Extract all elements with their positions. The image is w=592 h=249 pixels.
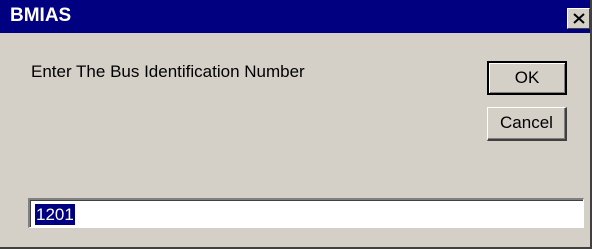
bus-id-input[interactable]: 1201 xyxy=(28,198,584,228)
window-title: BMIAS xyxy=(10,5,72,26)
ok-button[interactable]: OK xyxy=(487,61,567,95)
close-button[interactable] xyxy=(567,8,590,29)
prompt-label: Enter The Bus Identification Number xyxy=(31,62,305,81)
title-bar[interactable]: BMIAS xyxy=(0,0,590,33)
cancel-button[interactable]: Cancel xyxy=(487,107,567,141)
input-value-selected: 1201 xyxy=(35,204,75,225)
close-icon xyxy=(573,13,585,24)
input-dialog: BMIAS Enter The Bus Identification Numbe… xyxy=(0,0,592,249)
